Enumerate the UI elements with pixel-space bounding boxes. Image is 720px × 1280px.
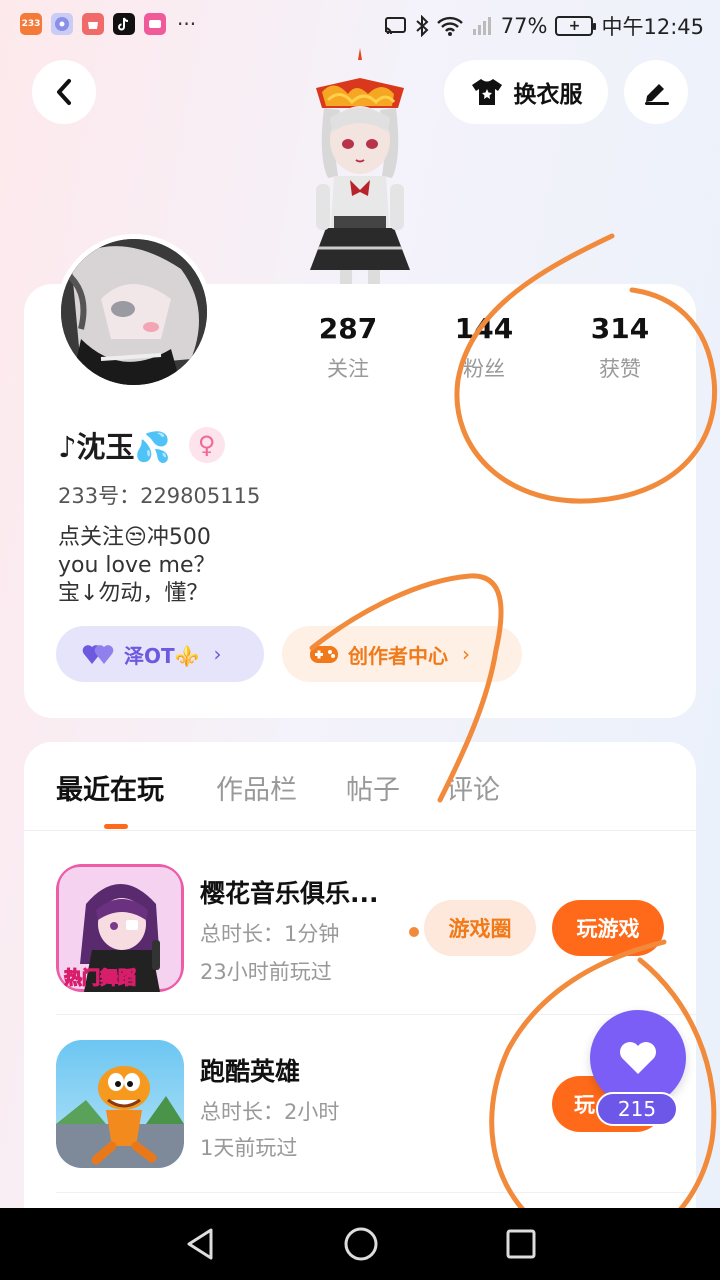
- tab-divider: [24, 830, 696, 831]
- status-bar-system: 77% + 中午12:45: [383, 11, 704, 41]
- stat-fans-count: 144: [454, 312, 514, 345]
- stat-likes-count: 314: [590, 312, 650, 345]
- stat-following-label: 关注: [327, 357, 369, 381]
- profile-avatar[interactable]: [56, 234, 212, 390]
- friend-pill-button[interactable]: 泽OT⚜️ ›: [56, 626, 264, 682]
- app-233-icon: 233: [20, 13, 42, 35]
- 3d-avatar-character[interactable]: [298, 48, 422, 284]
- bio-line: 点关注😒冲500: [58, 525, 211, 550]
- game-icon-parkour-hero[interactable]: [56, 1040, 184, 1168]
- bio-line: 宝↓勿动，懂？: [58, 581, 209, 606]
- back-button[interactable]: [32, 60, 96, 124]
- back-triangle-icon[interactable]: [183, 1226, 217, 1262]
- signal-icon: [472, 17, 491, 35]
- status-bar-apps: 233 ···: [20, 13, 196, 35]
- clock: 中午12:45: [601, 15, 704, 39]
- video-app-icon: [144, 13, 166, 35]
- play-game-button[interactable]: 玩游戏: [552, 900, 664, 956]
- profile-uid: 233号：229805115: [58, 484, 261, 508]
- row-divider: [56, 1192, 696, 1193]
- change-outfit-label: 换衣服: [513, 82, 583, 108]
- female-gender-icon: ♀: [188, 427, 225, 463]
- double-heart-icon: [82, 645, 114, 664]
- game-icon-sakura-music[interactable]: 热门舞蹈: [56, 864, 184, 992]
- tab-works[interactable]: 作品栏: [216, 768, 297, 807]
- edit-profile-button[interactable]: [624, 60, 688, 124]
- change-outfit-button[interactable]: 换衣服: [444, 60, 608, 124]
- game-title[interactable]: 跑酷英雄: [200, 1052, 300, 1088]
- shirt-icon: [471, 79, 502, 105]
- game-icon-badge: 热门舞蹈: [64, 967, 136, 989]
- bluetooth-icon: [416, 15, 429, 37]
- game-last-played: 1天前玩过: [200, 1136, 298, 1160]
- stat-likes[interactable]: 314 获赞: [560, 312, 680, 383]
- music-app-icon: [51, 13, 73, 35]
- stat-fans[interactable]: 144 粉丝: [424, 312, 544, 383]
- friend-pill-label: 泽OT⚜️: [124, 643, 200, 668]
- heart-icon: [620, 1042, 656, 1074]
- stat-fans-label: 粉丝: [463, 357, 505, 381]
- battery-icon: +: [555, 16, 597, 36]
- active-tab-indicator: [104, 824, 128, 829]
- chevron-left-icon: [57, 79, 71, 105]
- game-title[interactable]: 樱花音乐俱乐...: [200, 874, 379, 910]
- wifi-icon: [436, 16, 463, 36]
- tab-comments[interactable]: 评论: [446, 768, 500, 807]
- stat-following-count: 287: [318, 312, 378, 345]
- pen-icon: [645, 84, 669, 105]
- chevron-right-icon: ›: [213, 642, 222, 666]
- battery-percent: 77%: [500, 14, 548, 38]
- profile-bio: 点关注😒冲500 you love me？ 宝↓勿动，懂？: [58, 524, 216, 608]
- bio-line: you love me？: [58, 553, 216, 578]
- recents-square-icon[interactable]: [505, 1228, 537, 1260]
- stat-following[interactable]: 287 关注: [288, 312, 408, 383]
- home-circle-icon[interactable]: [343, 1226, 379, 1262]
- profile-name-row: ♪沈玉💦 ♀: [58, 424, 225, 466]
- status-bar: 233 ··· 77% + 中午12:45: [0, 0, 720, 50]
- game-last-played: 23小时前玩过: [200, 960, 332, 984]
- more-notifications-icon: ···: [177, 12, 197, 36]
- stat-likes-label: 获赞: [599, 357, 641, 381]
- gamepad-icon: [310, 646, 338, 663]
- creator-center-button[interactable]: 创作者中心 ›: [282, 626, 522, 682]
- tab-posts[interactable]: 帖子: [346, 768, 400, 807]
- game-duration: 总时长：1分钟: [200, 922, 340, 946]
- profile-name: ♪沈玉💦: [58, 430, 171, 464]
- tab-recent-play[interactable]: 最近在玩: [56, 768, 164, 807]
- row-divider: [56, 1014, 696, 1015]
- cast-icon: [384, 17, 406, 35]
- chevron-right-icon: ›: [462, 642, 470, 666]
- game-circle-button[interactable]: 游戏圈: [424, 900, 536, 956]
- creator-center-label: 创作者中心: [348, 643, 448, 668]
- game-duration: 总时长：2小时: [200, 1100, 340, 1124]
- floating-like-count: 215: [596, 1092, 678, 1126]
- tiktok-app-icon: [113, 13, 135, 35]
- store-app-icon: [82, 13, 104, 35]
- system-navigation-bar: [0, 1208, 720, 1280]
